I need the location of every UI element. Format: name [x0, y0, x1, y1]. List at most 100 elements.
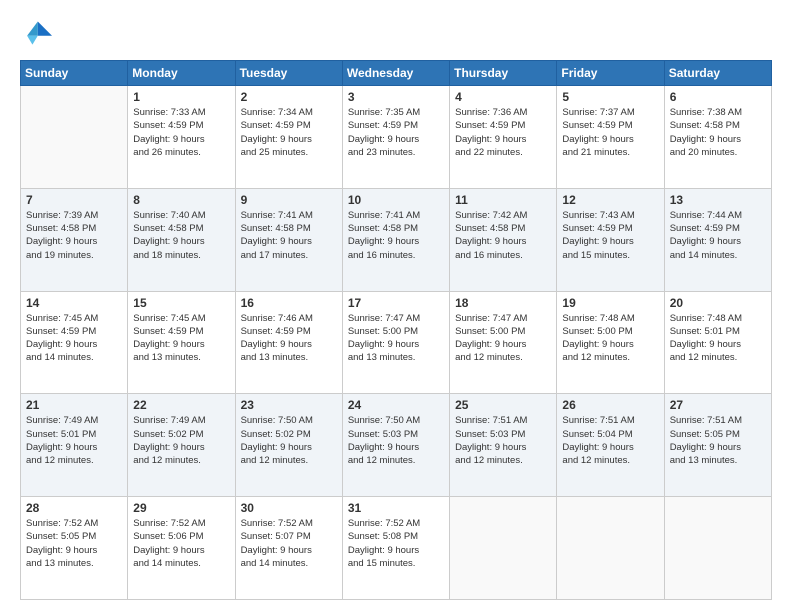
day-info: Sunrise: 7:45 AM Sunset: 4:59 PM Dayligh… [26, 312, 122, 365]
header [20, 18, 772, 50]
day-info: Sunrise: 7:52 AM Sunset: 5:07 PM Dayligh… [241, 517, 337, 570]
day-number: 12 [562, 193, 658, 207]
calendar-day-cell: 23 Sunrise: 7:50 AM Sunset: 5:02 PM Dayli… [235, 394, 342, 497]
calendar-day-cell [664, 497, 771, 600]
calendar-day-cell [21, 86, 128, 189]
day-number: 20 [670, 296, 766, 310]
day-info: Sunrise: 7:51 AM Sunset: 5:04 PM Dayligh… [562, 414, 658, 467]
day-info: Sunrise: 7:34 AM Sunset: 4:59 PM Dayligh… [241, 106, 337, 159]
calendar-day-cell: 5 Sunrise: 7:37 AM Sunset: 4:59 PM Daylig… [557, 86, 664, 189]
day-number: 15 [133, 296, 229, 310]
calendar-day-cell: 16 Sunrise: 7:46 AM Sunset: 4:59 PM Dayli… [235, 291, 342, 394]
calendar-day-cell: 3 Sunrise: 7:35 AM Sunset: 4:59 PM Daylig… [342, 86, 449, 189]
calendar-day-cell: 14 Sunrise: 7:45 AM Sunset: 4:59 PM Dayli… [21, 291, 128, 394]
calendar-day-cell: 11 Sunrise: 7:42 AM Sunset: 4:58 PM Dayli… [450, 188, 557, 291]
calendar-day-cell: 10 Sunrise: 7:41 AM Sunset: 4:58 PM Dayli… [342, 188, 449, 291]
day-info: Sunrise: 7:46 AM Sunset: 4:59 PM Dayligh… [241, 312, 337, 365]
page: SundayMondayTuesdayWednesdayThursdayFrid… [0, 0, 792, 612]
calendar-week-row: 21 Sunrise: 7:49 AM Sunset: 5:01 PM Dayli… [21, 394, 772, 497]
day-info: Sunrise: 7:50 AM Sunset: 5:02 PM Dayligh… [241, 414, 337, 467]
day-info: Sunrise: 7:48 AM Sunset: 5:01 PM Dayligh… [670, 312, 766, 365]
day-number: 9 [241, 193, 337, 207]
calendar-day-cell: 25 Sunrise: 7:51 AM Sunset: 5:03 PM Dayli… [450, 394, 557, 497]
day-info: Sunrise: 7:47 AM Sunset: 5:00 PM Dayligh… [455, 312, 551, 365]
weekday-header-thursday: Thursday [450, 61, 557, 86]
day-number: 4 [455, 90, 551, 104]
weekday-header-tuesday: Tuesday [235, 61, 342, 86]
day-number: 19 [562, 296, 658, 310]
calendar-day-cell [450, 497, 557, 600]
day-info: Sunrise: 7:49 AM Sunset: 5:01 PM Dayligh… [26, 414, 122, 467]
day-number: 14 [26, 296, 122, 310]
day-number: 29 [133, 501, 229, 515]
calendar-day-cell: 27 Sunrise: 7:51 AM Sunset: 5:05 PM Dayli… [664, 394, 771, 497]
calendar-day-cell: 20 Sunrise: 7:48 AM Sunset: 5:01 PM Dayli… [664, 291, 771, 394]
day-number: 6 [670, 90, 766, 104]
calendar-week-row: 1Sunrise: 7:33 AM Sunset: 4:59 PM Daylig… [21, 86, 772, 189]
day-info: Sunrise: 7:52 AM Sunset: 5:05 PM Dayligh… [26, 517, 122, 570]
day-number: 24 [348, 398, 444, 412]
day-number: 3 [348, 90, 444, 104]
day-info: Sunrise: 7:37 AM Sunset: 4:59 PM Dayligh… [562, 106, 658, 159]
day-info: Sunrise: 7:49 AM Sunset: 5:02 PM Dayligh… [133, 414, 229, 467]
day-number: 27 [670, 398, 766, 412]
day-number: 21 [26, 398, 122, 412]
calendar-day-cell: 29Sunrise: 7:52 AM Sunset: 5:06 PM Dayli… [128, 497, 235, 600]
calendar-week-row: 7 Sunrise: 7:39 AM Sunset: 4:58 PM Daylig… [21, 188, 772, 291]
calendar-day-cell: 30Sunrise: 7:52 AM Sunset: 5:07 PM Dayli… [235, 497, 342, 600]
logo [20, 18, 56, 50]
day-number: 11 [455, 193, 551, 207]
calendar-day-cell: 9 Sunrise: 7:41 AM Sunset: 4:58 PM Daylig… [235, 188, 342, 291]
calendar-week-row: 28Sunrise: 7:52 AM Sunset: 5:05 PM Dayli… [21, 497, 772, 600]
day-number: 18 [455, 296, 551, 310]
calendar-day-cell: 18 Sunrise: 7:47 AM Sunset: 5:00 PM Dayli… [450, 291, 557, 394]
calendar-day-cell: 12 Sunrise: 7:43 AM Sunset: 4:59 PM Dayli… [557, 188, 664, 291]
calendar-table: SundayMondayTuesdayWednesdayThursdayFrid… [20, 60, 772, 600]
logo-icon [20, 18, 52, 50]
calendar-day-cell: 28Sunrise: 7:52 AM Sunset: 5:05 PM Dayli… [21, 497, 128, 600]
calendar-day-cell: 4 Sunrise: 7:36 AM Sunset: 4:59 PM Daylig… [450, 86, 557, 189]
day-number: 31 [348, 501, 444, 515]
day-info: Sunrise: 7:45 AM Sunset: 4:59 PM Dayligh… [133, 312, 229, 365]
day-number: 26 [562, 398, 658, 412]
day-info: Sunrise: 7:40 AM Sunset: 4:58 PM Dayligh… [133, 209, 229, 262]
day-info: Sunrise: 7:36 AM Sunset: 4:59 PM Dayligh… [455, 106, 551, 159]
calendar-day-cell: 13Sunrise: 7:44 AM Sunset: 4:59 PM Dayli… [664, 188, 771, 291]
day-number: 2 [241, 90, 337, 104]
day-number: 5 [562, 90, 658, 104]
day-info: Sunrise: 7:41 AM Sunset: 4:58 PM Dayligh… [348, 209, 444, 262]
calendar-day-cell: 17Sunrise: 7:47 AM Sunset: 5:00 PM Dayli… [342, 291, 449, 394]
day-info: Sunrise: 7:48 AM Sunset: 5:00 PM Dayligh… [562, 312, 658, 365]
day-number: 16 [241, 296, 337, 310]
day-info: Sunrise: 7:52 AM Sunset: 5:08 PM Dayligh… [348, 517, 444, 570]
day-number: 22 [133, 398, 229, 412]
weekday-header-wednesday: Wednesday [342, 61, 449, 86]
day-info: Sunrise: 7:51 AM Sunset: 5:03 PM Dayligh… [455, 414, 551, 467]
calendar-day-cell: 24 Sunrise: 7:50 AM Sunset: 5:03 PM Dayli… [342, 394, 449, 497]
day-info: Sunrise: 7:50 AM Sunset: 5:03 PM Dayligh… [348, 414, 444, 467]
day-number: 1 [133, 90, 229, 104]
day-number: 23 [241, 398, 337, 412]
calendar-day-cell: 19 Sunrise: 7:48 AM Sunset: 5:00 PM Dayli… [557, 291, 664, 394]
calendar-day-cell: 6Sunrise: 7:38 AM Sunset: 4:58 PM Daylig… [664, 86, 771, 189]
calendar-day-cell: 2 Sunrise: 7:34 AM Sunset: 4:59 PM Daylig… [235, 86, 342, 189]
calendar-day-cell: 7 Sunrise: 7:39 AM Sunset: 4:58 PM Daylig… [21, 188, 128, 291]
day-info: Sunrise: 7:42 AM Sunset: 4:58 PM Dayligh… [455, 209, 551, 262]
calendar-day-cell: 8Sunrise: 7:40 AM Sunset: 4:58 PM Daylig… [128, 188, 235, 291]
calendar-day-cell: 1Sunrise: 7:33 AM Sunset: 4:59 PM Daylig… [128, 86, 235, 189]
calendar-week-row: 14 Sunrise: 7:45 AM Sunset: 4:59 PM Dayli… [21, 291, 772, 394]
day-info: Sunrise: 7:39 AM Sunset: 4:58 PM Dayligh… [26, 209, 122, 262]
day-info: Sunrise: 7:43 AM Sunset: 4:59 PM Dayligh… [562, 209, 658, 262]
day-number: 17 [348, 296, 444, 310]
calendar-day-cell: 31 Sunrise: 7:52 AM Sunset: 5:08 PM Dayli… [342, 497, 449, 600]
calendar-day-cell: 21 Sunrise: 7:49 AM Sunset: 5:01 PM Dayli… [21, 394, 128, 497]
day-info: Sunrise: 7:51 AM Sunset: 5:05 PM Dayligh… [670, 414, 766, 467]
day-info: Sunrise: 7:35 AM Sunset: 4:59 PM Dayligh… [348, 106, 444, 159]
day-info: Sunrise: 7:41 AM Sunset: 4:58 PM Dayligh… [241, 209, 337, 262]
calendar-header-row: SundayMondayTuesdayWednesdayThursdayFrid… [21, 61, 772, 86]
weekday-header-friday: Friday [557, 61, 664, 86]
day-number: 7 [26, 193, 122, 207]
day-number: 25 [455, 398, 551, 412]
calendar-day-cell: 26 Sunrise: 7:51 AM Sunset: 5:04 PM Dayli… [557, 394, 664, 497]
day-number: 10 [348, 193, 444, 207]
